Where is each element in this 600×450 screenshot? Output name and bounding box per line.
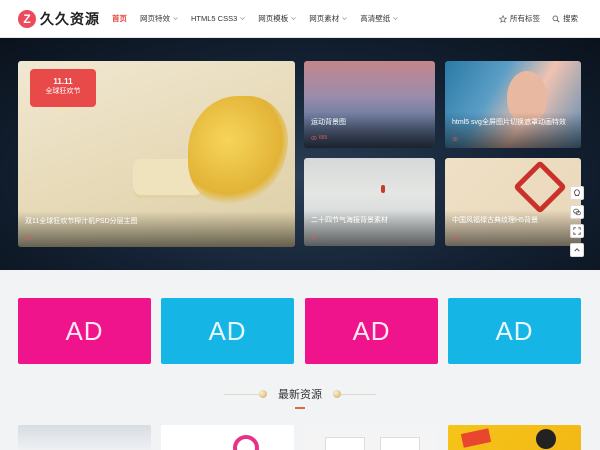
card-title: 运动背景图 [311,119,346,126]
chinese-knot-shape [513,160,567,214]
featured-card[interactable]: html5 svg全屏图片切换遮罩动画特效 [445,61,581,148]
wechat-button[interactable] [570,205,584,219]
eye-icon [452,137,458,141]
promo-tag-year: 2017 [56,109,70,115]
wechat-icon [573,208,581,216]
top-header: Z 久久资源 首页 网页特效 HTML5 CSS3 网页模板 网页素材 高清壁纸 [0,0,600,38]
eye-icon [452,235,458,239]
chevron-down-icon [342,17,348,21]
nav-item-label: 网页素材 [309,14,340,23]
card-meta [452,137,460,141]
crane-shape [381,185,385,193]
qq-button[interactable] [570,186,584,200]
search-icon [552,15,560,23]
section-title: 最新资源 [278,389,322,401]
main-nav: 首页 网页特效 HTML5 CSS3 网页模板 网页素材 高清壁纸 [112,0,411,37]
card-title: 二十四节气海报背景素材 [311,217,388,224]
fullscreen-button[interactable] [570,224,584,238]
card-title: 双11全球狂欢节榨汁机PSD分层主图 [25,218,138,225]
chevron-down-icon [291,17,297,21]
eye-icon [25,236,31,240]
nav-item-web-effects[interactable]: 网页特效 [140,13,178,24]
promo-tag: 11.11 全球狂欢节 2017 [30,69,96,115]
card-views: 665 [319,135,328,141]
nav-item-html5-css3[interactable]: HTML5 CSS3 [191,14,246,23]
juice-splash [188,96,288,206]
featured-card[interactable]: 中国风福禄古典纹理H5背景 [445,158,581,246]
title-decoration-dot [333,390,341,398]
nav-item-web-materials[interactable]: 网页素材 [309,13,348,24]
comic-burst [460,428,492,448]
card-meta [25,236,33,240]
title-underline [295,407,305,409]
all-tags-link[interactable]: 所有标签 [499,13,540,24]
preview-box [380,437,420,450]
ad-banner[interactable]: AD [161,298,294,364]
nav-item-label: 网页模板 [258,14,289,23]
fullscreen-icon [573,227,581,235]
chevron-up-icon [574,248,580,252]
card-title: 中国风福禄古典纹理H5背景 [452,217,538,224]
comic-circle [536,429,556,449]
nav-item-label: 高清壁纸 [360,14,391,23]
search-label: 搜索 [563,14,578,23]
swirl-shape [233,435,259,450]
nav-item-web-templates[interactable]: 网页模板 [258,13,297,24]
card-meta [311,235,319,239]
resource-thumbnail[interactable] [18,425,151,450]
preview-box [325,437,365,450]
card-title: html5 svg全屏图片切换遮罩动画特效 [452,119,566,126]
resource-thumbnail[interactable] [161,425,294,450]
side-toolbar [570,186,584,262]
back-to-top-button[interactable] [570,243,584,257]
logo-mark: Z [18,10,36,28]
promo-tag-line1: 11.11 [53,77,73,86]
card-meta [452,235,460,239]
nav-item-label: 网页特效 [140,14,170,23]
search-link[interactable]: 搜索 [552,13,578,24]
featured-card[interactable]: 二十四节气海报背景素材 [304,158,435,246]
nav-item-wallpapers[interactable]: 高清壁纸 [360,13,399,24]
resource-thumbnail[interactable] [448,425,581,450]
nav-item-label: HTML5 CSS3 [191,14,238,23]
featured-card-large[interactable]: 11.11 全球狂欢节 2017 双11全球狂欢节榨汁机PSD分层主图 [18,61,295,247]
nav-item-label: 首页 [112,14,127,23]
ad-banner[interactable]: AD [448,298,581,364]
featured-card[interactable]: 运动背景图 665 [304,61,435,148]
all-tags-label: 所有标签 [510,14,540,23]
ad-banner[interactable]: AD [18,298,151,364]
promo-tag-line2: 全球狂欢节 [45,88,81,95]
resource-thumbnail[interactable] [305,425,438,450]
latest-resources-grid [18,425,581,450]
ad-banner[interactable]: AD [305,298,438,364]
logo-text: 久久资源 [40,11,100,27]
chevron-down-icon [240,17,246,21]
card-meta: 665 [311,135,327,141]
nav-item-home[interactable]: 首页 [112,13,127,24]
eye-icon [311,235,317,239]
qq-icon [574,189,580,196]
chevron-down-icon [393,17,399,21]
title-decoration-right [341,394,376,395]
site-logo[interactable]: Z 久久资源 [18,9,100,29]
star-icon [499,14,507,23]
chevron-down-icon [173,17,178,21]
ad-row: AD AD AD AD [18,298,581,364]
eye-icon [311,136,317,140]
header-actions: 所有标签 搜索 [487,0,578,37]
